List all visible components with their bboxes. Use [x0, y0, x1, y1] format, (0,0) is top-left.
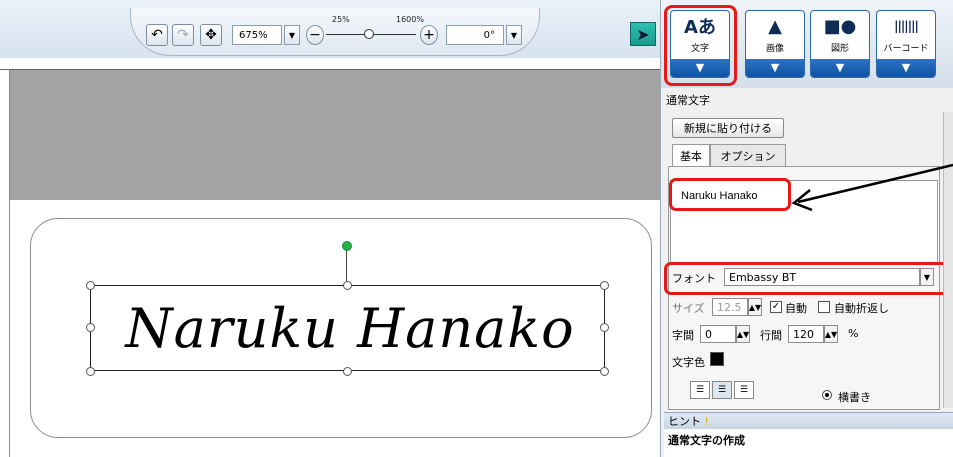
highlight-font-row — [664, 262, 952, 295]
rotation-handle[interactable] — [342, 241, 352, 251]
add-image-button[interactable]: ▲ 画像 ▼ — [745, 10, 805, 78]
rotation-select[interactable]: 0° — [446, 25, 504, 45]
signature-text-object[interactable]: Naruku Hanako — [100, 285, 600, 371]
line-spacing-stepper[interactable]: ▲▼ — [824, 325, 838, 343]
redo-button[interactable]: ↷ — [172, 24, 194, 46]
zoom-select[interactable]: 675% — [232, 25, 282, 45]
horizontal-radio[interactable] — [822, 390, 832, 400]
minus-icon: − — [309, 27, 321, 43]
percent-label: % — [848, 327, 859, 340]
align-center-button[interactable]: ☰ — [712, 381, 732, 399]
fit-button[interactable]: ✥ — [200, 24, 222, 46]
tab-option[interactable]: オプション — [710, 144, 786, 166]
zoom-min-label: 25% — [332, 15, 350, 24]
chevron-down-icon[interactable]: ▼ — [746, 59, 804, 77]
rotation-dropdown-button[interactable]: ▼ — [506, 25, 522, 45]
align-right-icon: ☰ — [739, 385, 749, 395]
undo-icon: ↶ — [151, 27, 163, 43]
zoom-out-button[interactable]: − — [306, 25, 324, 45]
highlight-text-button — [664, 5, 737, 86]
fit-icon: ✥ — [205, 27, 217, 43]
char-spacing-label: 字間 — [672, 329, 694, 342]
annotation-arrow — [791, 163, 953, 212]
resize-handle-n[interactable] — [343, 281, 352, 290]
align-right-button[interactable]: ☰ — [734, 381, 754, 399]
text-color-swatch[interactable] — [710, 352, 724, 366]
canvas-margin-area — [10, 70, 660, 200]
add-barcode-button[interactable]: ||||||| バーコード ▼ — [876, 10, 936, 78]
char-spacing-input[interactable]: 0 — [700, 325, 736, 343]
hint-title: ヒント — [668, 415, 701, 428]
chevron-down-icon[interactable]: ▼ — [811, 59, 869, 77]
zoom-in-button[interactable]: + — [420, 25, 438, 45]
resize-handle-s[interactable] — [343, 367, 352, 376]
resize-handle-ne[interactable] — [600, 281, 609, 290]
resize-handle-w[interactable] — [86, 323, 95, 332]
align-left-button[interactable]: ☰ — [690, 381, 710, 399]
zoom-slider-thumb[interactable] — [364, 29, 374, 39]
char-spacing-stepper[interactable]: ▲▼ — [736, 325, 750, 343]
autowrap-label: 自動折返し — [834, 302, 889, 315]
zoom-dropdown-button[interactable]: ▼ — [284, 25, 300, 45]
line-spacing-label: 行間 — [760, 329, 782, 342]
lightbulb-icon: ! — [704, 415, 709, 428]
cursor-arrow-icon: ➤ — [636, 24, 650, 44]
resize-handle-nw[interactable] — [86, 281, 95, 290]
chevron-down-icon[interactable]: ▼ — [877, 59, 935, 77]
barcode-icon: ||||||| — [894, 19, 919, 33]
add-shape-button[interactable]: ■● 図形 ▼ — [810, 10, 870, 78]
add-shape-label: 図形 — [830, 44, 849, 54]
highlight-text-input — [669, 178, 791, 211]
redo-icon: ↷ — [177, 27, 189, 43]
size-label: サイズ — [672, 302, 705, 315]
plus-icon: + — [423, 27, 435, 43]
panel-header: 通常文字 — [666, 94, 710, 107]
image-icon: ▲ — [768, 15, 782, 37]
auto-size-checkbox[interactable]: ✓ — [770, 301, 782, 313]
rotation-handle-line — [346, 248, 347, 285]
vertical-ruler — [0, 70, 10, 457]
horizontal-label: 横書き — [838, 391, 871, 404]
align-center-icon: ☰ — [717, 385, 727, 395]
resize-handle-se[interactable] — [600, 367, 609, 376]
add-barcode-label: バーコード — [883, 44, 929, 54]
auto-size-label: 自動 — [785, 302, 807, 315]
size-stepper[interactable]: ▲▼ — [748, 298, 762, 316]
line-spacing-input[interactable]: 120 — [788, 325, 824, 343]
shape-icon: ■● — [823, 15, 857, 37]
undo-button[interactable]: ↶ — [146, 24, 168, 46]
text-color-label: 文字色 — [672, 356, 705, 369]
hint-bar[interactable]: ヒント ! — [664, 412, 953, 429]
resize-handle-e[interactable] — [600, 323, 609, 332]
autowrap-checkbox[interactable] — [818, 301, 830, 313]
hint-text: 通常文字の作成 — [664, 429, 953, 457]
paste-new-button[interactable]: 新規に貼り付ける — [672, 118, 784, 138]
resize-handle-sw[interactable] — [86, 367, 95, 376]
zoom-max-label: 1600% — [396, 15, 424, 24]
tab-basic[interactable]: 基本 — [672, 144, 710, 166]
horizontal-ruler — [0, 58, 660, 70]
select-tool-button[interactable]: ➤ — [630, 22, 656, 46]
add-image-label: 画像 — [765, 44, 784, 54]
align-left-icon: ☰ — [695, 385, 705, 395]
size-input[interactable]: 12.5 — [712, 298, 748, 316]
